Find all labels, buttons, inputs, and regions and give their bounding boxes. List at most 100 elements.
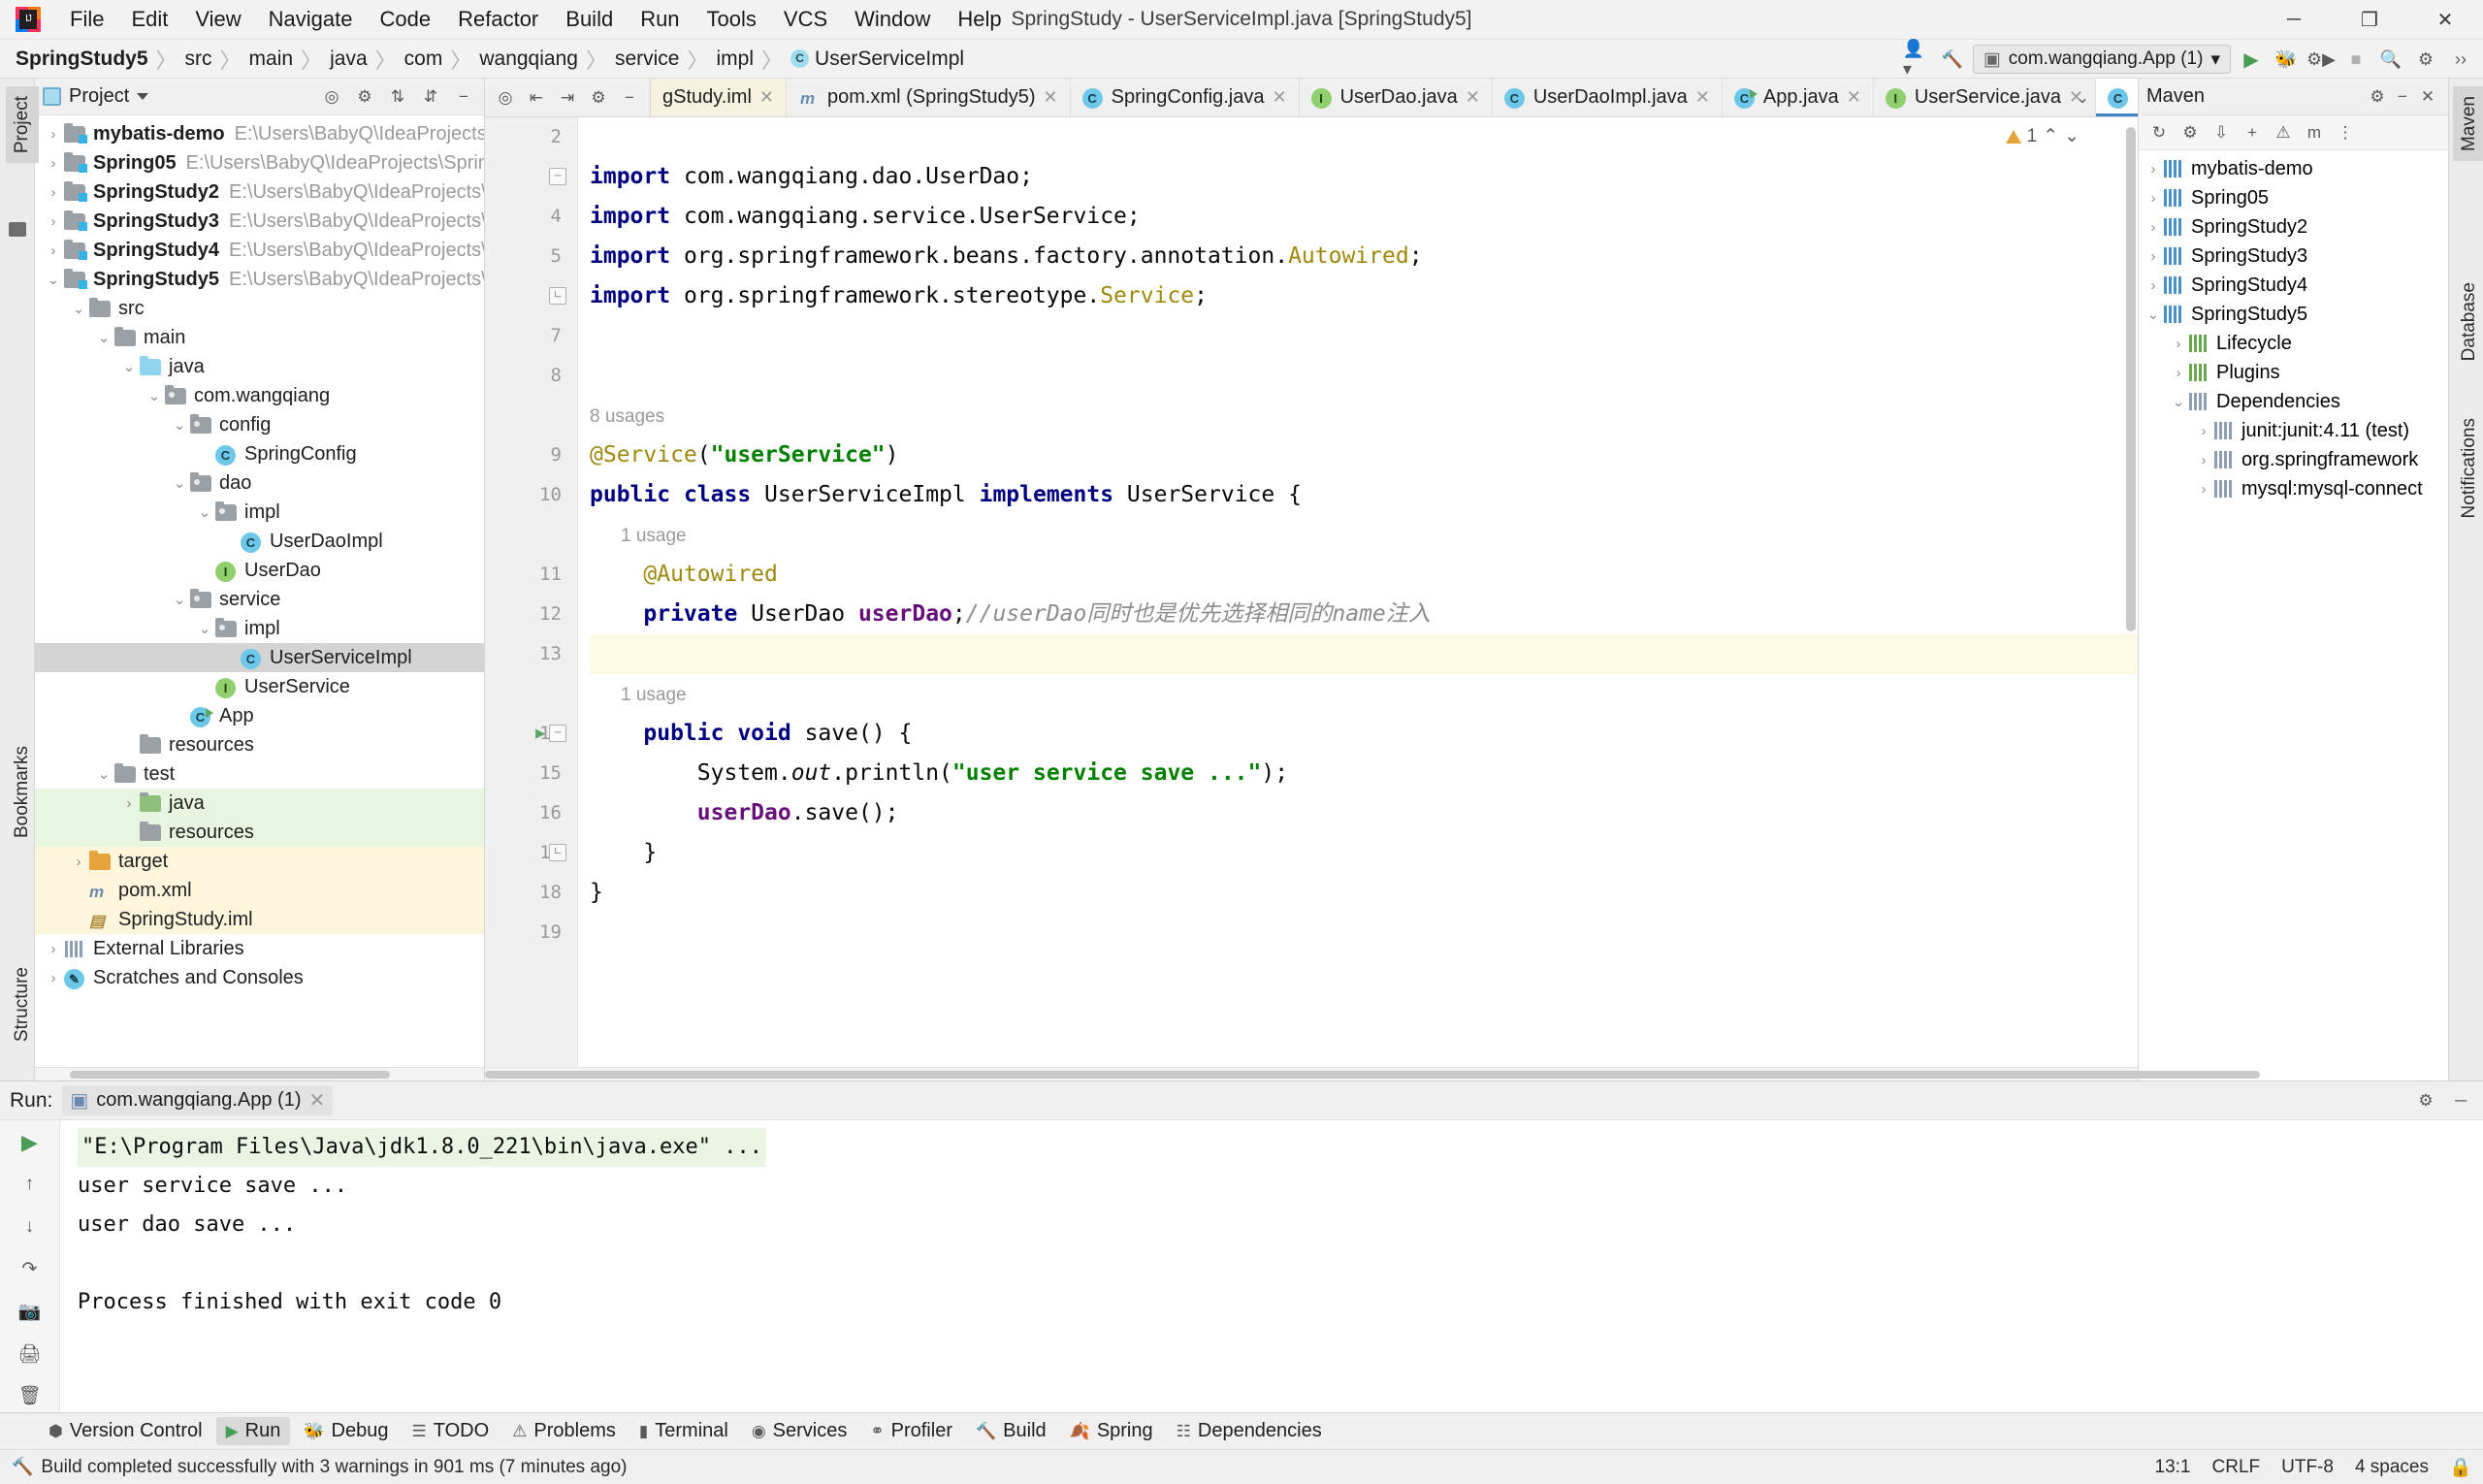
run-icon[interactable]: ▶	[2237, 45, 2266, 74]
code-content[interactable]: import com.wangqiang.dao.UserDao; import …	[578, 117, 2138, 952]
project-tree-row[interactable]: ⌄ java	[35, 352, 484, 381]
tree-expander-icon[interactable]: ⌄	[2168, 393, 2189, 410]
code-line[interactable]: public void save() {	[590, 714, 2138, 754]
print-icon[interactable]: 🖨	[14, 1338, 47, 1371]
menu-help[interactable]: Help	[944, 5, 1015, 34]
menu-edit[interactable]: Edit	[117, 5, 181, 34]
maven-tree-row[interactable]: › SpringStudy4	[2139, 271, 2448, 300]
tree-expander-icon[interactable]: ›	[43, 155, 64, 172]
project-horizontal-scrollbar[interactable]	[35, 1067, 484, 1081]
coverage-icon[interactable]: ⚙▶	[2306, 45, 2336, 74]
collapse-icon[interactable]: ⇤	[522, 83, 551, 113]
settings-icon[interactable]: ⚙	[2411, 45, 2440, 74]
editor-tab[interactable]: C UserDaoImpl.java ✕	[1493, 79, 1723, 116]
code-line[interactable]: public class UserServiceImpl implements …	[590, 475, 2138, 515]
tree-expander-icon[interactable]: ›	[43, 242, 64, 259]
project-tree-row[interactable]: ›IUserService	[35, 672, 484, 701]
maven-tree-row[interactable]: › org.springframework	[2139, 445, 2448, 474]
maven-tree-row[interactable]: ⌄ Dependencies	[2139, 387, 2448, 416]
sidebar-item-maven[interactable]: Maven	[2453, 86, 2483, 162]
tree-expander-icon[interactable]: ›	[118, 795, 140, 812]
tree-expander-icon[interactable]: ›	[43, 184, 64, 201]
editor-horizontal-scrollbar[interactable]	[485, 1067, 2260, 1081]
maven-tree-row[interactable]: ⌄ SpringStudy5	[2139, 300, 2448, 329]
indent-setting[interactable]: 4 spaces	[2355, 1457, 2429, 1478]
project-tree-row[interactable]: › SpringStudy2 E:\Users\BabyQ\IdeaProjects…	[35, 177, 485, 207]
project-tree-row[interactable]: › target	[35, 847, 484, 876]
code-line[interactable]: }	[590, 873, 2138, 913]
code-line[interactable]: }	[590, 833, 2138, 873]
maven-tree-row[interactable]: › junit:junit:4.11 (test)	[2139, 416, 2448, 445]
tool-window-button-debug[interactable]: 🐝 Debug	[294, 1417, 398, 1445]
menu-run[interactable]: Run	[627, 5, 693, 34]
close-icon[interactable]: ✕	[2069, 87, 2083, 108]
editor-tab[interactable]: m pom.xml (SpringStudy5) ✕	[787, 79, 1071, 116]
close-icon[interactable]: ✕	[309, 1088, 326, 1113]
project-tree-row[interactable]: ›▤SpringStudy.iml	[35, 905, 484, 934]
tool-window-button-profiler[interactable]: ⚭ Profiler	[860, 1417, 962, 1445]
hide-icon[interactable]: −	[615, 83, 644, 113]
project-tree-row[interactable]: ⌄ src	[35, 294, 484, 323]
maven-tree-row[interactable]: › mysql:mysql-connect	[2139, 474, 2448, 503]
code-editor[interactable]: 23−456∟7891011121314▶↑−151617∟1819 impor…	[485, 117, 2138, 1067]
tool-window-button-build[interactable]: 🔨 Build	[966, 1417, 1056, 1445]
tree-expander-icon[interactable]: ⌄	[169, 474, 190, 492]
code-line[interactable]: @Service("userService")	[590, 436, 2138, 475]
code-line[interactable]	[590, 913, 2138, 952]
more-icon[interactable]: ⋮	[2331, 118, 2360, 147]
project-tree-row[interactable]: ›CApp	[35, 701, 484, 730]
inlay-hint-line[interactable]: 1 usage	[590, 674, 2138, 714]
tree-expander-icon[interactable]: ›	[2168, 336, 2189, 352]
close-icon[interactable]: ✕	[1272, 87, 1286, 108]
tool-window-button-services[interactable]: ◉ Services	[742, 1417, 857, 1445]
menu-window[interactable]: Window	[841, 5, 944, 34]
maven-tree-row[interactable]: › mybatis-demo	[2139, 154, 2448, 183]
code-line[interactable]: import org.springframework.stereotype.Se…	[590, 276, 2138, 316]
breadcrumb-com[interactable]: com	[404, 48, 443, 71]
editor-tab[interactable]: C SpringConfig.java ✕	[1071, 79, 1300, 116]
usage-hint[interactable]: 1 usage	[621, 526, 687, 546]
editor-gutter[interactable]: 23−456∟7891011121314▶↑−151617∟1819	[485, 117, 578, 1067]
debug-icon[interactable]: 🐝	[2272, 45, 2301, 74]
tree-expander-icon[interactable]: ›	[43, 970, 64, 986]
soft-wrap-icon[interactable]: ↷	[14, 1253, 47, 1286]
minimize-button[interactable]: ─	[2256, 0, 2332, 40]
inspection-prev-icon[interactable]: ⌃	[2043, 125, 2058, 147]
tree-expander-icon[interactable]: ⌄	[43, 271, 64, 288]
tool-window-button-version-control[interactable]: ⬢ Version Control	[39, 1417, 212, 1445]
sidebar-item-project[interactable]: Project	[6, 86, 39, 164]
tree-expander-icon[interactable]: ⌄	[2143, 306, 2164, 323]
download-icon[interactable]: ⇩	[2207, 118, 2236, 147]
settings-icon[interactable]: ⚙	[2365, 84, 2390, 110]
fold-end-icon[interactable]: ∟	[549, 287, 566, 305]
project-tree-row[interactable]: ›CUserServiceImpl	[35, 643, 484, 672]
inlay-hint-line[interactable]: 8 usages	[590, 396, 2138, 436]
menu-vcs[interactable]: VCS	[770, 5, 841, 34]
tree-expander-icon[interactable]: ›	[2193, 452, 2214, 468]
code-line[interactable]: import com.wangqiang.service.UserService…	[590, 197, 2138, 237]
tree-expander-icon[interactable]: ⌄	[169, 591, 190, 608]
project-tree-row[interactable]: › ✎ Scratches and Consoles	[35, 963, 484, 992]
hide-icon[interactable]: −	[451, 84, 476, 110]
gear-icon[interactable]: ⚙	[2413, 1088, 2438, 1113]
project-tree-row[interactable]: ⌄ dao	[35, 468, 484, 498]
close-icon[interactable]: ✕	[1466, 87, 1480, 108]
code-line[interactable]	[590, 634, 2138, 674]
file-encoding[interactable]: UTF-8	[2281, 1457, 2334, 1478]
project-tree-row[interactable]: › SpringStudy4 E:\Users\BabyQ\IdeaProjects…	[35, 236, 485, 265]
expand-icon[interactable]: ››	[2446, 45, 2475, 74]
lock-icon[interactable]: 🔒	[2449, 1457, 2472, 1478]
menu-tools[interactable]: Tools	[693, 5, 770, 34]
tree-expander-icon[interactable]: ›	[2193, 481, 2214, 498]
run-configuration-selector[interactable]: ▣ com.wangqiang.App (1) ▾	[1972, 45, 2231, 74]
tree-expander-icon[interactable]: ›	[2143, 190, 2164, 207]
search-icon[interactable]: 🔍	[2376, 45, 2405, 74]
reload-icon[interactable]: ↻	[2144, 118, 2174, 147]
close-button[interactable]: ✕	[2407, 0, 2483, 40]
fold-end-icon[interactable]: ∟	[549, 844, 566, 861]
maven-tree-row[interactable]: › Spring05	[2139, 183, 2448, 212]
tool-window-button-problems[interactable]: ⚠ Problems	[502, 1417, 626, 1445]
project-tree-row[interactable]: ›resources	[35, 818, 484, 847]
usage-hint[interactable]: 8 usages	[590, 406, 664, 427]
tree-expander-icon[interactable]: ›	[2143, 277, 2164, 294]
